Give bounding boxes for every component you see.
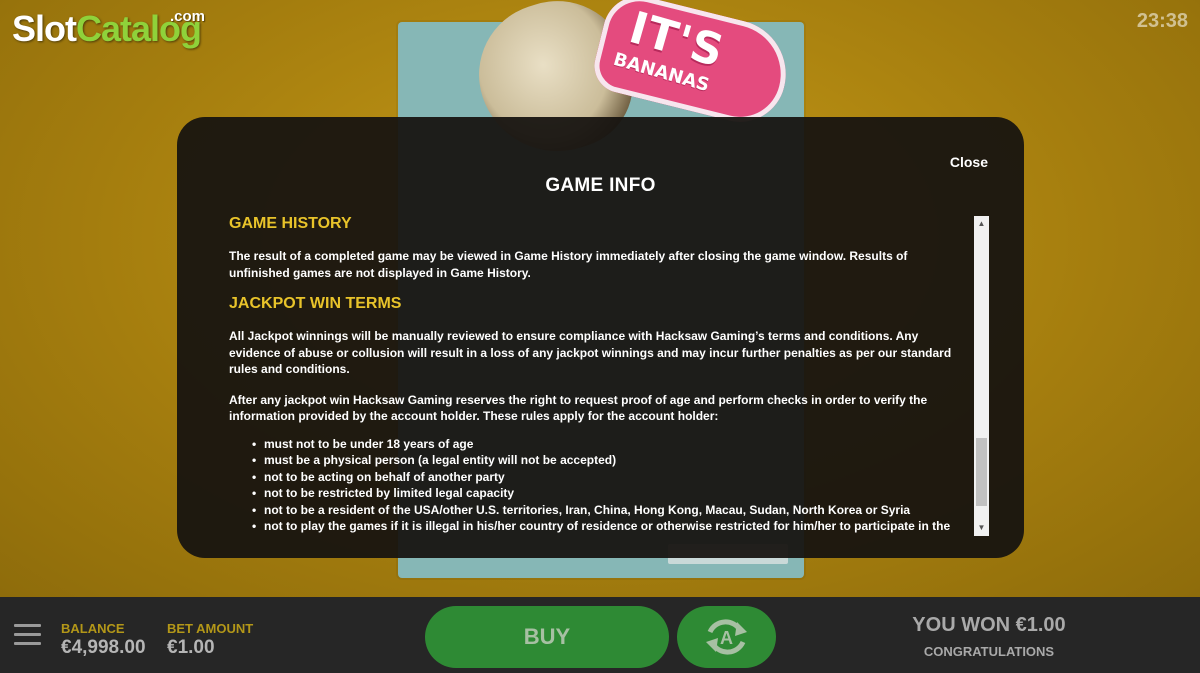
balance-label: BALANCE [61, 621, 125, 636]
scroll-thumb[interactable] [976, 438, 987, 506]
watermark-suffix: .com [170, 8, 206, 25]
modal-title: GAME INFO [545, 175, 656, 196]
balance-display: BALANCE €4,998.00 [61, 621, 146, 659]
win-amount: YOU WON €1.00 [912, 614, 1066, 636]
win-display: YOU WON €1.00 CONGRATULATIONS [900, 614, 1078, 659]
svg-text:A: A [720, 628, 733, 648]
slotcatalog-watermark: SlotCatalog .com [12, 8, 205, 50]
jackpot-text-2: After any jackpot win Hacksaw Gaming res… [229, 392, 928, 424]
scroll-down-icon[interactable]: ▼ [974, 520, 989, 536]
menu-icon-line [14, 642, 41, 645]
bottom-bar: BALANCE €4,998.00 BET AMOUNT €1.00 BUY A… [0, 597, 1200, 673]
close-button[interactable]: Close [950, 154, 988, 170]
game-history-heading: GAME HISTORY [229, 215, 352, 232]
win-message: CONGRATULATIONS [923, 644, 1055, 659]
game-history-text: The result of a completed game may be vi… [229, 249, 908, 280]
scroll-up-icon[interactable]: ▲ [974, 216, 989, 232]
watermark-slot: Slot [12, 8, 77, 49]
scrollbar[interactable]: ▲ ▼ [974, 216, 989, 536]
menu-icon-line [14, 624, 41, 627]
rules-list: must not to be under 18 years of age mus… [229, 436, 969, 535]
list-item: not to be acting on behalf of another pa… [252, 469, 969, 486]
autoplay-button[interactable]: A [677, 606, 776, 668]
bet-display[interactable]: BET AMOUNT €1.00 [167, 621, 253, 659]
jackpot-heading: JACKPOT WIN TERMS [229, 295, 402, 312]
bet-label: BET AMOUNT [167, 621, 254, 636]
game-info-modal: Close GAME INFO GAME HISTORY The result … [177, 117, 1024, 558]
jackpot-text-1: All Jackpot winnings will be manually re… [229, 329, 952, 376]
list-item: must be a physical person (a legal entit… [252, 452, 969, 469]
list-item: must not to be under 18 years of age [252, 436, 969, 453]
clock: 23:38 [1136, 10, 1188, 32]
modal-content[interactable]: GAME HISTORY The result of a completed g… [229, 215, 969, 535]
balance-value: €4,998.00 [61, 637, 146, 658]
list-item: not to be restricted by limited legal ca… [252, 485, 969, 502]
list-item: not to be a resident of the USA/other U.… [252, 502, 969, 519]
bet-value: €1.00 [167, 637, 215, 658]
menu-icon-line [14, 633, 41, 636]
autoplay-icon: A [706, 619, 747, 655]
buy-button[interactable]: BUY [425, 606, 669, 668]
list-item: not to play the games if it is illegal i… [252, 518, 969, 535]
menu-icon[interactable] [14, 624, 41, 645]
